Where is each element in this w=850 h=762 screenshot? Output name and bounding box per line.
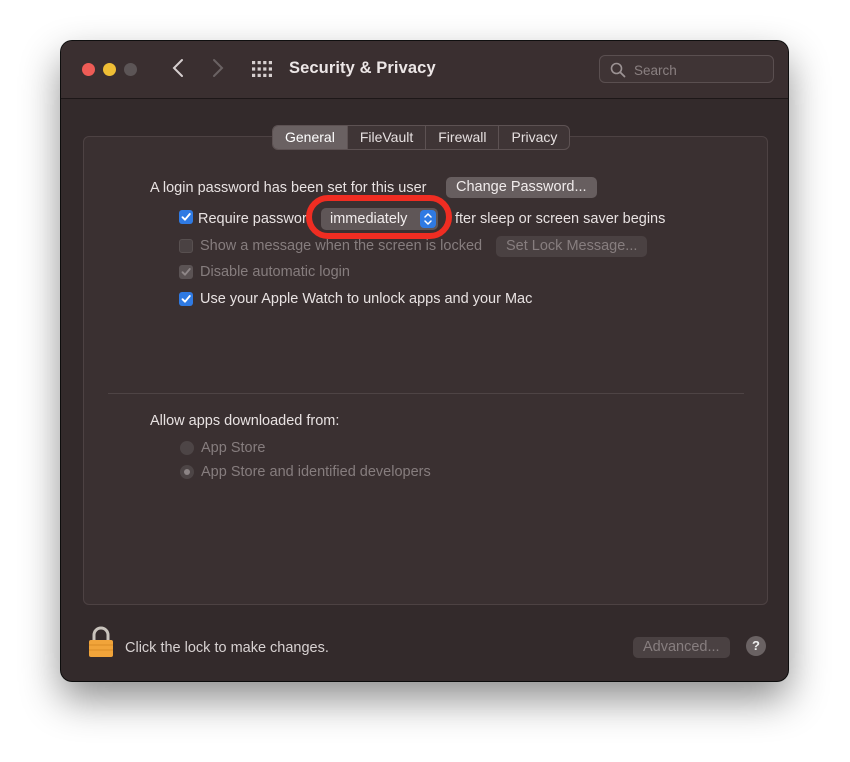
login-password-text: A login password has been set for this u… <box>150 180 427 196</box>
tab-privacy[interactable]: Privacy <box>499 126 569 149</box>
change-password-button[interactable]: Change Password... <box>446 177 597 198</box>
tab-filevault[interactable]: FileVault <box>348 126 427 149</box>
disable-auto-login-label: Disable automatic login <box>200 264 350 280</box>
forward-icon[interactable] <box>212 58 224 78</box>
show-all-grid-icon[interactable] <box>252 61 272 77</box>
apple-watch-checkbox[interactable] <box>179 292 193 306</box>
preferences-window: Security & Privacy General FileVault Fir… <box>61 41 788 681</box>
require-password-label: Require passwor <box>198 211 307 227</box>
search-field[interactable] <box>599 55 774 83</box>
search-icon <box>610 62 626 78</box>
show-message-label: Show a message when the screen is locked <box>200 238 483 254</box>
zoom-window-button[interactable] <box>124 63 137 76</box>
apple-watch-label: Use your Apple Watch to unlock apps and … <box>200 291 533 307</box>
section-divider <box>108 393 744 394</box>
lock-hint-text: Click the lock to make changes. <box>125 640 329 656</box>
tab-bar: General FileVault Firewall Privacy <box>272 125 571 150</box>
allow-apps-heading: Allow apps downloaded from: <box>150 413 340 429</box>
lock-icon[interactable] <box>88 626 114 658</box>
back-icon[interactable] <box>172 58 184 78</box>
radio-app-store[interactable] <box>180 441 194 455</box>
close-window-button[interactable] <box>82 63 95 76</box>
radio-app-store-identified-label: App Store and identified developers <box>201 464 431 480</box>
title-bar: Security & Privacy <box>61 41 788 99</box>
search-input[interactable] <box>632 59 771 81</box>
window-title: Security & Privacy <box>289 59 436 77</box>
radio-app-store-label: App Store <box>201 440 266 456</box>
tab-general[interactable]: General <box>273 126 348 149</box>
annotation-highlight-ring <box>306 195 452 239</box>
disable-auto-login-checkbox[interactable] <box>179 265 193 279</box>
advanced-button[interactable]: Advanced... <box>633 637 730 658</box>
require-password-checkbox[interactable] <box>179 210 193 224</box>
minimize-window-button[interactable] <box>103 63 116 76</box>
require-password-suffix: fter sleep or screen saver begins <box>455 211 666 227</box>
tab-firewall[interactable]: Firewall <box>426 126 500 149</box>
help-button[interactable]: ? <box>746 636 766 656</box>
show-message-checkbox[interactable] <box>179 239 193 253</box>
radio-app-store-identified[interactable] <box>180 465 194 479</box>
set-lock-message-button[interactable]: Set Lock Message... <box>496 236 648 257</box>
